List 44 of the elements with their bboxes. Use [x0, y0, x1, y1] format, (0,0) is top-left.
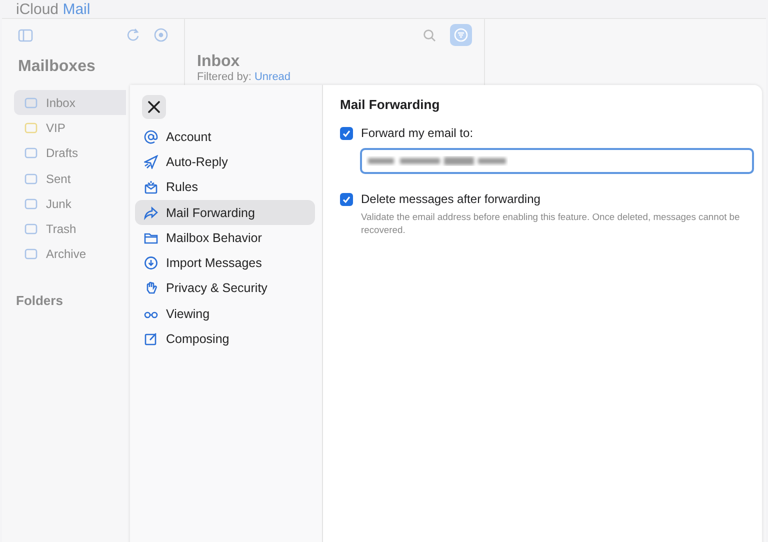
search-icon[interactable]	[423, 28, 436, 42]
paper-plane-icon	[144, 154, 158, 169]
app-title: iCloud Mail	[16, 2, 90, 18]
settings-nav-item[interactable]: Composing	[135, 326, 315, 352]
at-sign-icon	[144, 130, 158, 144]
settings-nav-item[interactable]: Import Messages	[135, 250, 315, 276]
checkbox[interactable]	[340, 192, 353, 206]
mailbox-icon	[24, 196, 38, 211]
checkbox-label: Delete messages after forwarding	[361, 192, 540, 206]
settings-nav-item[interactable]: Privacy & Security	[135, 276, 315, 302]
filter-button[interactable]	[450, 24, 472, 46]
check-icon	[342, 128, 351, 138]
download-icon	[144, 256, 158, 270]
mailbox-icon	[24, 120, 38, 135]
compose-icon	[144, 332, 158, 346]
help-text: Validate the email address before enabling this feature. Once deleted, messages cannot be recovered.	[361, 210, 741, 236]
hand-icon	[144, 281, 158, 296]
close-icon	[148, 101, 160, 113]
inbox-heading: Inbox	[197, 53, 240, 71]
mailbox-icon	[24, 222, 38, 236]
settings-nav-item[interactable]: Mail Forwarding	[135, 200, 315, 226]
mailbox-icon	[24, 247, 38, 262]
checkbox[interactable]	[340, 126, 353, 140]
email-field[interactable]	[360, 148, 754, 174]
settings-nav-item[interactable]: Auto-Reply	[135, 149, 315, 175]
folder-icon	[144, 230, 158, 245]
mailbox-icon	[24, 172, 38, 186]
settings-nav-item[interactable]: Mailbox Behavior	[135, 225, 315, 250]
refresh-icon[interactable]	[126, 28, 140, 42]
close-button[interactable]	[142, 95, 166, 119]
checkbox-label: Forward my email to:	[361, 126, 474, 140]
check-icon	[342, 194, 351, 204]
share-arrow-icon	[144, 206, 158, 220]
envelope-icon	[144, 180, 158, 194]
settings-nav-item[interactable]: Rules	[135, 174, 315, 200]
mailbox-icon	[24, 96, 38, 110]
settings-nav-item[interactable]: Account	[135, 124, 315, 150]
sidebar-icon[interactable]	[18, 28, 33, 42]
section-title: Mail Forwarding	[340, 97, 441, 112]
settings-nav-item[interactable]: Viewing	[135, 301, 315, 326]
mailboxes-heading: Mailboxes	[18, 58, 96, 76]
folders-heading: Folders	[15, 293, 63, 308]
filter-label: Filtered by: Unread	[197, 71, 291, 84]
mailbox-icon	[24, 146, 38, 160]
